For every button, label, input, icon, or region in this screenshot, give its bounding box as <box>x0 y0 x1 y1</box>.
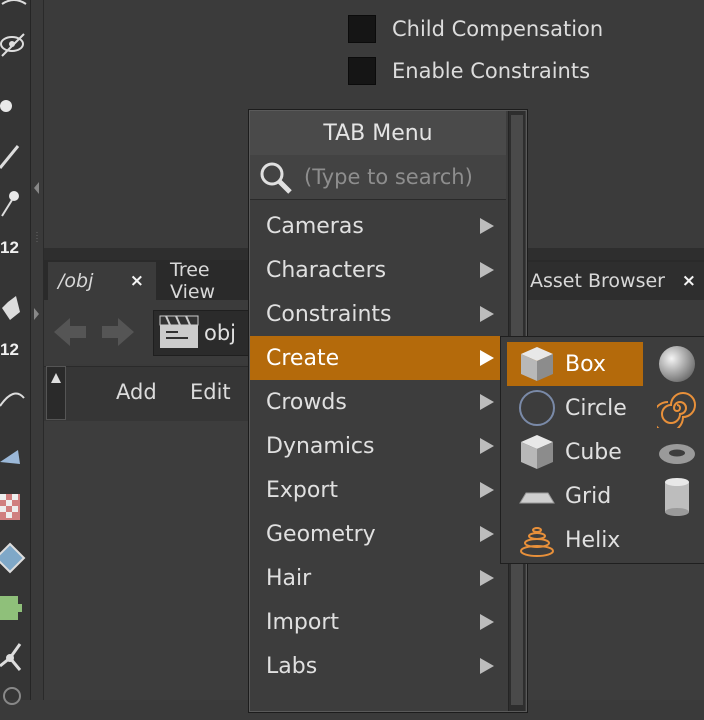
menu-item-export[interactable]: Export <box>250 468 506 512</box>
menu-item-label: Constraints <box>266 301 392 327</box>
fan-icon[interactable] <box>0 640 28 674</box>
submenu-item-circle[interactable]: Circle <box>507 386 643 430</box>
tab-menu-search[interactable] <box>250 155 506 200</box>
tab-asset-browser-label: Asset Browser <box>530 270 665 292</box>
menu-item-hair[interactable]: Hair <box>250 556 506 600</box>
menu-item-label: Export <box>266 477 339 503</box>
enable-constraints-label: Enable Constraints <box>392 59 591 83</box>
submenu-arrow-icon <box>480 614 494 630</box>
tab-menu: TAB Menu Cameras Characters Constraints … <box>249 110 527 712</box>
menu-item-crowds[interactable]: Crowds <box>250 380 506 424</box>
submenu-arrow-icon <box>480 438 494 454</box>
plane-icon[interactable] <box>0 440 28 474</box>
menu-item-create[interactable]: Create <box>250 336 506 380</box>
submenu-arrow-icon <box>480 570 494 586</box>
grid-icon <box>517 476 557 516</box>
tab-obj[interactable]: /obj × <box>48 262 156 300</box>
submenu-arrow-icon <box>480 394 494 410</box>
circle-icon <box>517 388 557 428</box>
view-eye-icon[interactable] <box>0 28 28 62</box>
menu-item-geometry[interactable]: Geometry <box>250 512 506 556</box>
checker-icon[interactable] <box>0 490 28 524</box>
sphere-icon[interactable] <box>655 342 699 386</box>
tab-tree-view-label: Tree View <box>170 259 216 303</box>
search-icon <box>258 160 294 200</box>
submenu-item-label: Cube <box>565 439 622 465</box>
toolbar-divider[interactable] <box>31 0 44 700</box>
close-icon[interactable]: × <box>130 271 156 291</box>
tab-tree-view[interactable]: Tree View <box>160 259 260 303</box>
submenu-item-label: Helix <box>565 527 621 553</box>
menu-item-labs[interactable]: Labs <box>250 644 506 688</box>
helix-icon <box>517 520 557 560</box>
menu-item-label: Crowds <box>266 389 347 415</box>
submenu-arrow-icon <box>480 350 494 366</box>
back-arrow-icon[interactable] <box>52 316 88 352</box>
child-compensation-row[interactable]: Child Compensation <box>348 14 603 44</box>
submenu-arrow-icon <box>480 658 494 674</box>
menu-item-characters[interactable]: Characters <box>250 248 506 292</box>
submenu-item-box[interactable]: Box <box>507 342 643 386</box>
create-submenu: Box Circle Cube Grid Helix <box>500 336 704 564</box>
close-icon[interactable]: × <box>682 271 704 291</box>
pin-icon[interactable] <box>0 186 28 220</box>
submenu-arrow-icon <box>480 526 494 542</box>
child-compensation-label: Child Compensation <box>392 17 604 41</box>
submenu-arrow-icon <box>480 306 494 322</box>
submenu-item-helix[interactable]: Helix <box>507 518 643 562</box>
puzzle-icon[interactable] <box>0 590 28 624</box>
torus-icon[interactable] <box>655 430 699 474</box>
obj-context-icon <box>158 312 200 354</box>
menu-item-label: Characters <box>266 257 387 283</box>
child-compensation-checkbox[interactable] <box>348 15 376 43</box>
circle-tool-icon[interactable] <box>0 682 28 716</box>
tube-icon[interactable] <box>655 474 699 518</box>
submenu-item-cube[interactable]: Cube <box>507 430 643 474</box>
search-input[interactable] <box>302 164 496 190</box>
menu-edit[interactable]: Edit <box>190 380 231 404</box>
brush-icon[interactable] <box>0 140 28 174</box>
tab-asset-browser[interactable]: Asset Browser × <box>520 262 704 300</box>
diamond-icon[interactable] <box>0 542 28 576</box>
forward-arrow-icon[interactable] <box>100 316 136 352</box>
curve-icon[interactable] <box>0 382 28 416</box>
point-icon[interactable] <box>0 90 28 124</box>
menu-item-label: Geometry <box>266 521 376 547</box>
submenu-arrow-icon <box>480 218 494 234</box>
cube-icon <box>517 432 557 472</box>
menu-item-constraints[interactable]: Constraints <box>250 292 506 336</box>
tab-obj-label: /obj <box>58 270 94 292</box>
left-shelf-toolbar: 12 12 <box>0 0 31 705</box>
shelf-number: 12 <box>0 238 19 257</box>
menu-item-cameras[interactable]: Cameras <box>250 204 506 248</box>
menu-item-dynamics[interactable]: Dynamics <box>250 424 506 468</box>
collapse-toggle[interactable] <box>46 366 66 420</box>
menu-item-import[interactable]: Import <box>250 600 506 644</box>
tab-menu-title: TAB Menu <box>250 111 506 155</box>
submenu-item-grid[interactable]: Grid <box>507 474 643 518</box>
spiral-icon[interactable] <box>655 386 699 430</box>
submenu-item-label: Circle <box>565 395 627 421</box>
menu-item-label: Create <box>266 345 340 371</box>
enable-constraints-checkbox[interactable] <box>348 57 376 85</box>
menu-item-label: Import <box>266 609 340 635</box>
menu-item-label: Hair <box>266 565 312 591</box>
path-value: obj <box>204 321 237 345</box>
box-icon <box>517 344 557 384</box>
menu-add[interactable]: Add <box>116 380 157 404</box>
submenu-item-label: Box <box>565 351 606 377</box>
enable-constraints-row[interactable]: Enable Constraints <box>348 56 590 86</box>
menu-item-label: Dynamics <box>266 433 375 459</box>
menu-item-label: Cameras <box>266 213 364 239</box>
hand-icon[interactable] <box>0 288 28 322</box>
menu-item-label: Labs <box>266 653 318 679</box>
shelf-number-2: 12 <box>0 340 19 359</box>
submenu-arrow-icon <box>480 262 494 278</box>
submenu-item-label: Grid <box>565 483 612 509</box>
submenu-arrow-icon <box>480 482 494 498</box>
